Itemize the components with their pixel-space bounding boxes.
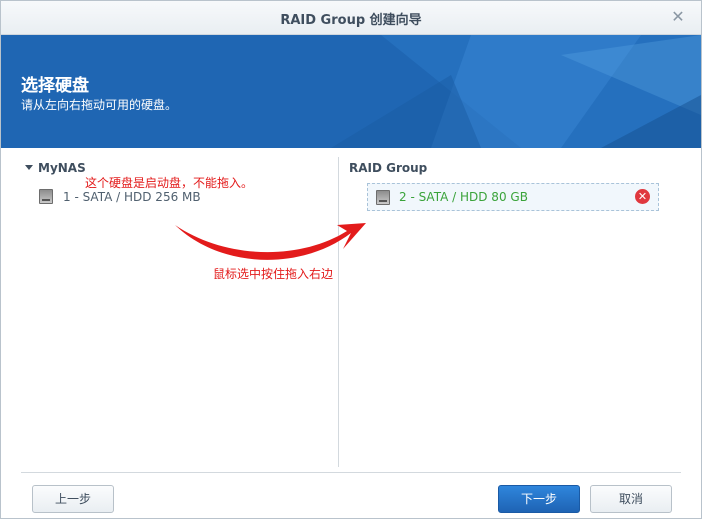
tree-root-mynas[interactable]: MyNAS (25, 161, 86, 175)
raid-group-header: RAID Group (349, 161, 428, 175)
banner-decoration (331, 35, 701, 148)
caret-down-icon[interactable] (25, 165, 33, 170)
raid-wizard-window: RAID Group 创建向导 ✕ 选择硬盘 请从左向右拖动可用的硬盘。 MyN… (0, 0, 702, 519)
raid-disk-item[interactable]: 2 - SATA / HDD 80 GB ✕ (367, 183, 659, 211)
banner-subtitle: 请从左向右拖动可用的硬盘。 (21, 98, 178, 112)
title-bar: RAID Group 创建向导 ✕ (1, 1, 701, 35)
annotation-drag-hint: 鼠标选中按住拖入右边 (213, 267, 334, 281)
remove-icon[interactable]: ✕ (635, 189, 650, 204)
next-button[interactable]: 下一步 (498, 485, 580, 513)
available-disks-pane: MyNAS 1 - SATA / HDD 256 MB (1, 149, 338, 467)
header-banner: 选择硬盘 请从左向右拖动可用的硬盘。 (1, 35, 701, 148)
annotation-boot-disk: 这个硬盘是启动盘，不能拖入。 (85, 176, 254, 190)
footer-divider (21, 472, 681, 473)
raid-group-pane: RAID Group 2 - SATA / HDD 80 GB ✕ (339, 149, 701, 467)
close-icon[interactable]: ✕ (669, 8, 687, 26)
cancel-button[interactable]: 取消 (590, 485, 672, 513)
window-title: RAID Group 创建向导 (280, 13, 422, 28)
back-button[interactable]: 上一步 (32, 485, 114, 513)
tree-root-label: MyNAS (38, 161, 86, 175)
hdd-icon (376, 190, 390, 205)
hdd-icon (39, 189, 53, 204)
banner-title: 选择硬盘 (21, 76, 89, 96)
disk-label: 1 - SATA / HDD 256 MB (63, 190, 201, 204)
raid-disk-label: 2 - SATA / HDD 80 GB (399, 190, 528, 204)
available-disk-item[interactable]: 1 - SATA / HDD 256 MB (39, 189, 201, 204)
